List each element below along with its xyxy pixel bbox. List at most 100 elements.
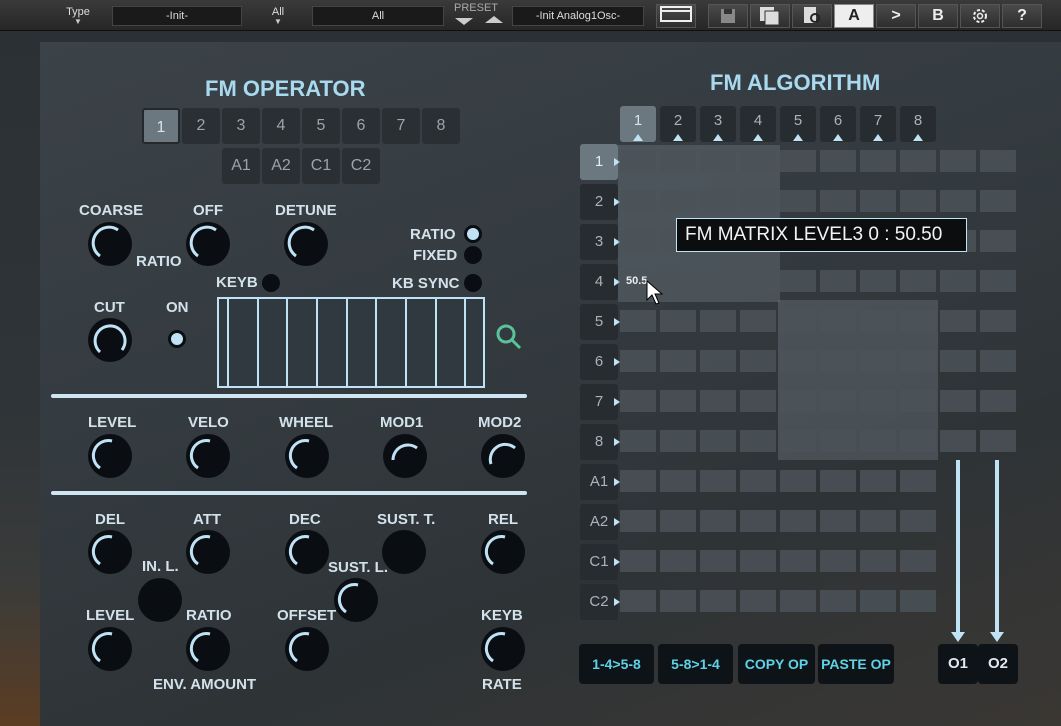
copy-1-4-to-5-8-button[interactable]: 1-4>5-8 — [579, 644, 654, 684]
matrix-cell[interactable] — [660, 350, 696, 372]
matrix-cell[interactable] — [700, 510, 736, 532]
matrix-column-3[interactable]: 3 — [700, 106, 736, 142]
operator-tab-a2[interactable]: A2 — [262, 148, 300, 184]
matrix-cell[interactable] — [860, 510, 896, 532]
compare-b-button[interactable]: B — [918, 4, 958, 28]
matrix-row-7[interactable]: 7 — [580, 384, 620, 420]
matrix-cell[interactable] — [980, 310, 1016, 332]
settings-button[interactable] — [960, 4, 1000, 28]
matrix-cell[interactable] — [820, 550, 856, 572]
matrix-cell[interactable] — [980, 430, 1016, 452]
zoom-icon[interactable] — [494, 322, 524, 352]
matrix-cell[interactable] — [940, 310, 976, 332]
matrix-cell[interactable] — [700, 590, 736, 612]
operator-tab-c2[interactable]: C2 — [342, 148, 380, 184]
matrix-row-c1[interactable]: C1 — [580, 544, 620, 580]
matrix-row-2[interactable]: 2 — [580, 184, 620, 220]
level-knob[interactable] — [88, 434, 132, 478]
matrix-cell[interactable] — [860, 430, 896, 452]
matrix-cell[interactable] — [820, 270, 856, 292]
matrix-cell[interactable] — [820, 590, 856, 612]
operator-tab-5[interactable]: 5 — [302, 108, 340, 144]
matrix-cell[interactable] — [820, 150, 856, 172]
copy-op-button[interactable]: COPY OP — [738, 644, 815, 684]
coarse-knob[interactable] — [88, 222, 132, 266]
matrix-cell[interactable] — [940, 190, 976, 212]
matrix-cell[interactable] — [660, 270, 696, 292]
matrix-cell[interactable] — [820, 390, 856, 412]
type-value-field[interactable]: -Init- — [112, 6, 242, 26]
matrix-column-6[interactable]: 6 — [820, 106, 856, 142]
matrix-cell[interactable] — [620, 350, 656, 372]
matrix-cell[interactable] — [700, 150, 736, 172]
matrix-cell[interactable] — [700, 390, 736, 412]
preset-value-field[interactable]: -Init Analog1Osc- — [512, 6, 644, 26]
matrix-cell[interactable] — [740, 390, 776, 412]
matrix-row-c2[interactable]: C2 — [580, 584, 620, 620]
matrix-cell[interactable] — [620, 550, 656, 572]
del-knob[interactable] — [88, 530, 132, 574]
matrix-cell[interactable] — [700, 470, 736, 492]
matrix-cell[interactable] — [860, 550, 896, 572]
keyb-toggle[interactable] — [262, 274, 280, 292]
matrix-cell[interactable] — [740, 270, 776, 292]
display-mode-button[interactable] — [656, 4, 696, 28]
matrix-cell[interactable] — [740, 150, 776, 172]
matrix-cell[interactable] — [940, 430, 976, 452]
matrix-cell[interactable] — [780, 150, 816, 172]
copy-a-to-b-button[interactable]: > — [876, 4, 916, 28]
offset-knob[interactable] — [285, 627, 329, 671]
operator-tab-7[interactable]: 7 — [382, 108, 420, 144]
matrix-cell[interactable] — [660, 430, 696, 452]
mod1-knob[interactable] — [383, 434, 427, 478]
matrix-cell[interactable] — [900, 470, 936, 492]
matrix-cell[interactable] — [780, 310, 816, 332]
paste-op-button[interactable]: PASTE OP — [818, 644, 894, 684]
dec-knob[interactable] — [285, 530, 329, 574]
matrix-cell[interactable] — [860, 190, 896, 212]
matrix-cell[interactable] — [900, 150, 936, 172]
matrix-cell[interactable] — [700, 310, 736, 332]
matrix-cell[interactable] — [900, 390, 936, 412]
matrix-cell[interactable] — [740, 470, 776, 492]
matrix-cell[interactable] — [780, 430, 816, 452]
matrix-cell[interactable] — [740, 190, 776, 212]
matrix-cell[interactable] — [660, 390, 696, 412]
cut-on-toggle[interactable] — [168, 330, 186, 348]
matrix-cell[interactable] — [900, 550, 936, 572]
matrix-cell[interactable] — [660, 590, 696, 612]
matrix-cell[interactable] — [900, 590, 936, 612]
matrix-cell[interactable] — [700, 190, 736, 212]
all-value-field[interactable]: All — [312, 6, 444, 26]
env-level-knob[interactable] — [88, 627, 132, 671]
matrix-cell[interactable] — [860, 150, 896, 172]
matrix-cell[interactable] — [660, 470, 696, 492]
matrix-cell[interactable] — [780, 270, 816, 292]
matrix-cell[interactable] — [860, 270, 896, 292]
matrix-row-a1[interactable]: A1 — [580, 464, 620, 500]
operator-tab-6[interactable]: 6 — [342, 108, 380, 144]
matrix-cell[interactable] — [780, 590, 816, 612]
matrix-cell[interactable] — [620, 390, 656, 412]
matrix-cell[interactable] — [620, 230, 656, 252]
fixed-radio[interactable] — [464, 246, 482, 264]
copy-5-8-to-1-4-button[interactable]: 5-8>1-4 — [658, 644, 733, 684]
rel-knob[interactable] — [481, 530, 525, 574]
matrix-cell[interactable] — [620, 510, 656, 532]
type-dropdown[interactable]: Type ▼ — [62, 5, 94, 26]
matrix-cell[interactable] — [820, 510, 856, 532]
matrix-cell[interactable] — [820, 190, 856, 212]
matrix-cell[interactable] — [820, 310, 856, 332]
matrix-cell[interactable] — [980, 270, 1016, 292]
matrix-cell[interactable] — [740, 510, 776, 532]
operator-tab-4[interactable]: 4 — [262, 108, 300, 144]
env-ratio-knob[interactable] — [186, 627, 230, 671]
matrix-cell[interactable] — [660, 150, 696, 172]
matrix-cell[interactable] — [700, 350, 736, 372]
matrix-cell[interactable] — [980, 390, 1016, 412]
matrix-cell[interactable] — [740, 430, 776, 452]
matrix-column-1[interactable]: 1 — [620, 106, 656, 142]
matrix-cell[interactable] — [820, 430, 856, 452]
matrix-cell[interactable] — [620, 310, 656, 332]
matrix-cell[interactable] — [860, 390, 896, 412]
